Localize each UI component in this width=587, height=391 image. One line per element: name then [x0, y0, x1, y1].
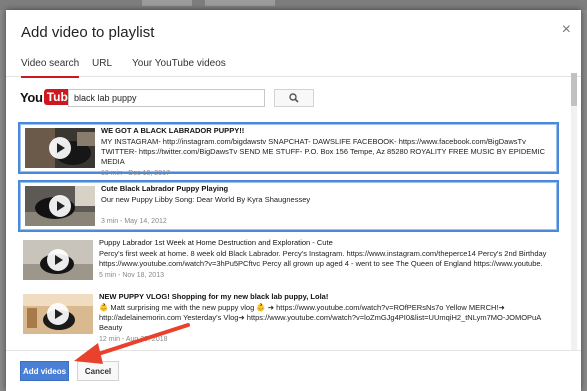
video-meta: 5 min - Nov 18, 2013 [99, 272, 164, 279]
video-meta: 18 min - Dec 18, 2017 [101, 170, 170, 177]
dialog-title: Add video to playlist [21, 24, 155, 41]
video-title: WE GOT A BLACK LABRADOR PUPPY!! [101, 126, 245, 135]
tab-video-search[interactable]: Video search [21, 58, 80, 78]
results-scrollbar[interactable] [571, 73, 577, 351]
cancel-button[interactable]: Cancel [77, 361, 119, 381]
video-description: MY INSTAGRAM- http://instagram.com/bigda… [101, 137, 546, 166]
play-icon [49, 137, 71, 159]
tab-bar: Video search URL Your YouTube videos [6, 50, 581, 78]
video-description: Percy's first week at home. 8 week old B… [99, 249, 547, 268]
background-page [0, 0, 587, 10]
video-thumbnail [25, 128, 95, 168]
play-icon [47, 249, 69, 271]
video-description: Our new Puppy Libby Song: Dear World By … [101, 195, 311, 204]
video-title: NEW PUPPY VLOG! Shopping for my new blac… [99, 292, 329, 301]
background-block [205, 0, 275, 6]
video-title: Puppy Labrador 1st Week at Home Destruct… [99, 238, 333, 247]
add-videos-button[interactable]: Add videos [20, 361, 69, 381]
background-block [142, 0, 192, 6]
scrollbar-thumb[interactable] [571, 73, 577, 106]
play-icon [47, 303, 69, 325]
result-item[interactable]: Puppy Labrador 1st Week at Home Destruct… [18, 236, 559, 288]
dialog-footer: Add videos Cancel [6, 350, 581, 391]
close-icon[interactable]: × [562, 21, 571, 39]
search-icon [289, 93, 299, 103]
search-input[interactable] [68, 89, 265, 107]
video-meta: 3 min - May 14, 2012 [101, 218, 167, 225]
logo-you: You [20, 89, 43, 105]
tab-url[interactable]: URL [92, 58, 112, 69]
result-item[interactable]: WE GOT A BLACK LABRADOR PUPPY!! MY INSTA… [18, 122, 559, 177]
video-thumbnail [23, 240, 93, 280]
add-to-playlist-dialog: Add video to playlist × Video search URL… [6, 10, 581, 391]
video-description: 👶 Matt surprising me with the new puppy … [99, 303, 541, 332]
video-thumbnail [25, 186, 95, 226]
video-meta: 12 min - Aug 29, 2018 [99, 336, 168, 343]
result-item[interactable]: NEW PUPPY VLOG! Shopping for my new blac… [18, 290, 559, 343]
video-title: Cute Black Labrador Puppy Playing [101, 184, 229, 193]
result-item[interactable]: Cute Black Labrador Puppy Playing Our ne… [18, 180, 559, 232]
search-results: WE GOT A BLACK LABRADOR PUPPY!! MY INSTA… [18, 118, 568, 345]
tab-your-youtube-videos[interactable]: Your YouTube videos [132, 58, 226, 69]
search-button[interactable] [274, 89, 314, 107]
play-icon [49, 195, 71, 217]
video-thumbnail [23, 294, 93, 334]
